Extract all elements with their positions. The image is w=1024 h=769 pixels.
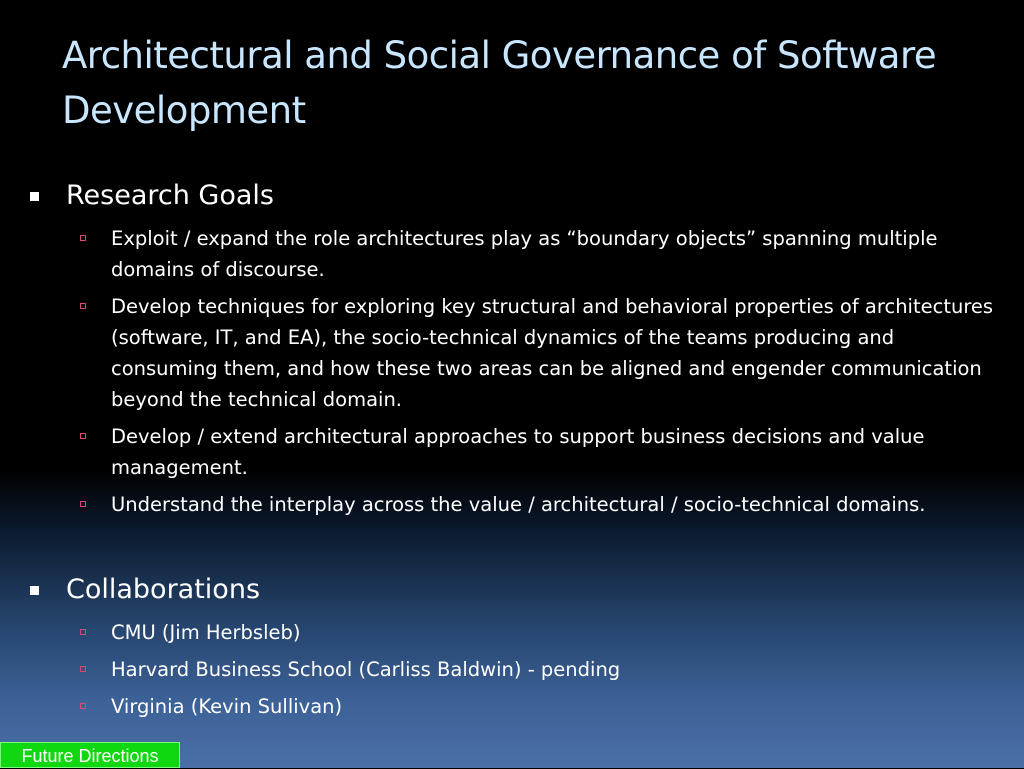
- research-goal-item: Develop techniques for exploring key str…: [0, 291, 1024, 415]
- collaborations-list: CMU (Jim Herbsleb) Harvard Business Scho…: [0, 617, 1024, 722]
- research-goals-heading-text: Research Goals: [66, 180, 274, 211]
- collaboration-text: CMU (Jim Herbsleb): [111, 621, 301, 644]
- collaborations-heading: Collaborations: [0, 570, 1024, 610]
- research-goals-section: Research Goals Exploit / expand the role…: [0, 176, 1024, 526]
- research-goal-text: Understand the interplay across the valu…: [111, 493, 926, 516]
- collaborations-section: Collaborations CMU (Jim Herbsleb) Harvar…: [0, 570, 1024, 728]
- collaboration-text: Virginia (Kevin Sullivan): [111, 695, 343, 718]
- research-goal-text: Develop / extend architectural approache…: [111, 425, 925, 479]
- research-goal-item: Exploit / expand the role architectures …: [0, 223, 1024, 285]
- collaboration-item: Harvard Business School (Carliss Baldwin…: [0, 654, 1024, 685]
- research-goal-item: Understand the interplay across the valu…: [0, 489, 1024, 520]
- hollow-square-bullet-icon: [80, 235, 86, 241]
- hollow-square-bullet-icon: [80, 303, 86, 309]
- slide-title: Architectural and Social Governance of S…: [62, 34, 937, 132]
- future-directions-button[interactable]: Future Directions: [0, 742, 180, 768]
- research-goal-item: Develop / extend architectural approache…: [0, 421, 1024, 483]
- square-bullet-icon: [30, 586, 39, 595]
- hollow-square-bullet-icon: [80, 501, 86, 507]
- square-bullet-icon: [30, 192, 39, 201]
- collaboration-item: Virginia (Kevin Sullivan): [0, 691, 1024, 722]
- collaborations-heading-text: Collaborations: [66, 574, 261, 605]
- collaboration-text: Harvard Business School (Carliss Baldwin…: [111, 658, 621, 681]
- hollow-square-bullet-icon: [80, 629, 86, 635]
- research-goals-heading: Research Goals: [0, 176, 1024, 216]
- hollow-square-bullet-icon: [80, 703, 86, 709]
- hollow-square-bullet-icon: [80, 666, 86, 672]
- collaboration-item: CMU (Jim Herbsleb): [0, 617, 1024, 648]
- research-goal-text: Develop techniques for exploring key str…: [111, 295, 994, 411]
- research-goals-list: Exploit / expand the role architectures …: [0, 223, 1024, 520]
- hollow-square-bullet-icon: [80, 433, 86, 439]
- research-goal-text: Exploit / expand the role architectures …: [111, 227, 938, 281]
